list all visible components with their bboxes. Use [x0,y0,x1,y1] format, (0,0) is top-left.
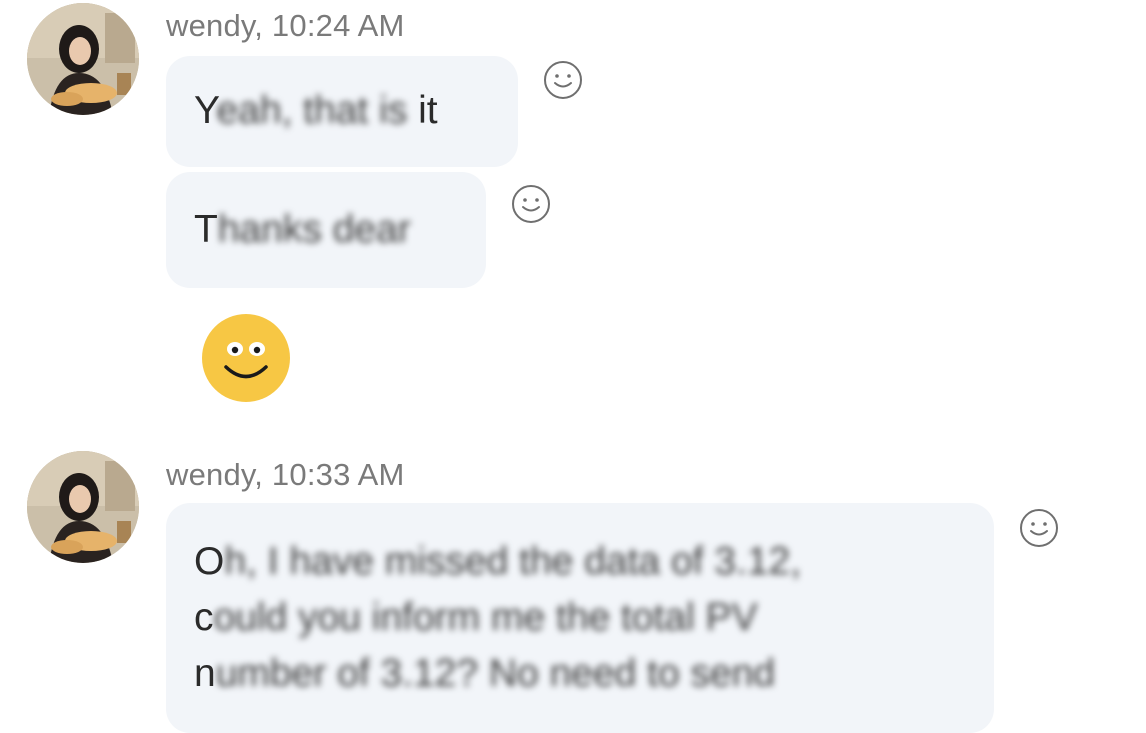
message-text-redacted: eah, that is [216,89,408,132]
message-text-redacted: ould you inform me the total PV [213,596,758,639]
message-text-visible: O [194,540,225,583]
message-text-visible: it [407,89,438,132]
message-text-visible: Y [194,89,217,132]
add-reaction-smiley-icon[interactable] [510,183,552,225]
message-bubble[interactable]: Yeah, that is it [166,56,518,167]
message-bubble[interactable]: Oh, I have missed the data of 3.12, coul… [166,503,994,733]
message-bubble[interactable]: Thanks dear [166,172,486,288]
message-text-visible: n [194,652,216,695]
message-text-redacted: h, I have missed the data of 3.12, [224,540,802,583]
message-text-visible: c [194,596,214,639]
message-text: Yeah, that is it [194,84,438,138]
avatar[interactable] [27,3,139,115]
message-text-line: number of 3.12? No need to send [194,647,775,701]
message-text-line: Oh, I have missed the data of 3.12, [194,535,801,589]
sender-name-timestamp: wendy, 10:24 AM [166,8,405,43]
add-reaction-smiley-icon[interactable] [542,59,584,101]
message-text-line: could you inform me the total PV [194,591,758,645]
sender-name-timestamp: wendy, 10:33 AM [166,457,405,492]
avatar-photo [27,451,139,563]
message-text-redacted: hanks dear [217,208,411,251]
yellow-smiley-emoji-icon [200,312,292,404]
message-text-visible: T [194,208,218,251]
message-text-redacted: umber of 3.12? No need to send [215,652,776,695]
avatar-photo [27,3,139,115]
message-text: Thanks dear [194,203,411,257]
add-reaction-smiley-icon[interactable] [1018,507,1060,549]
avatar[interactable] [27,451,139,563]
